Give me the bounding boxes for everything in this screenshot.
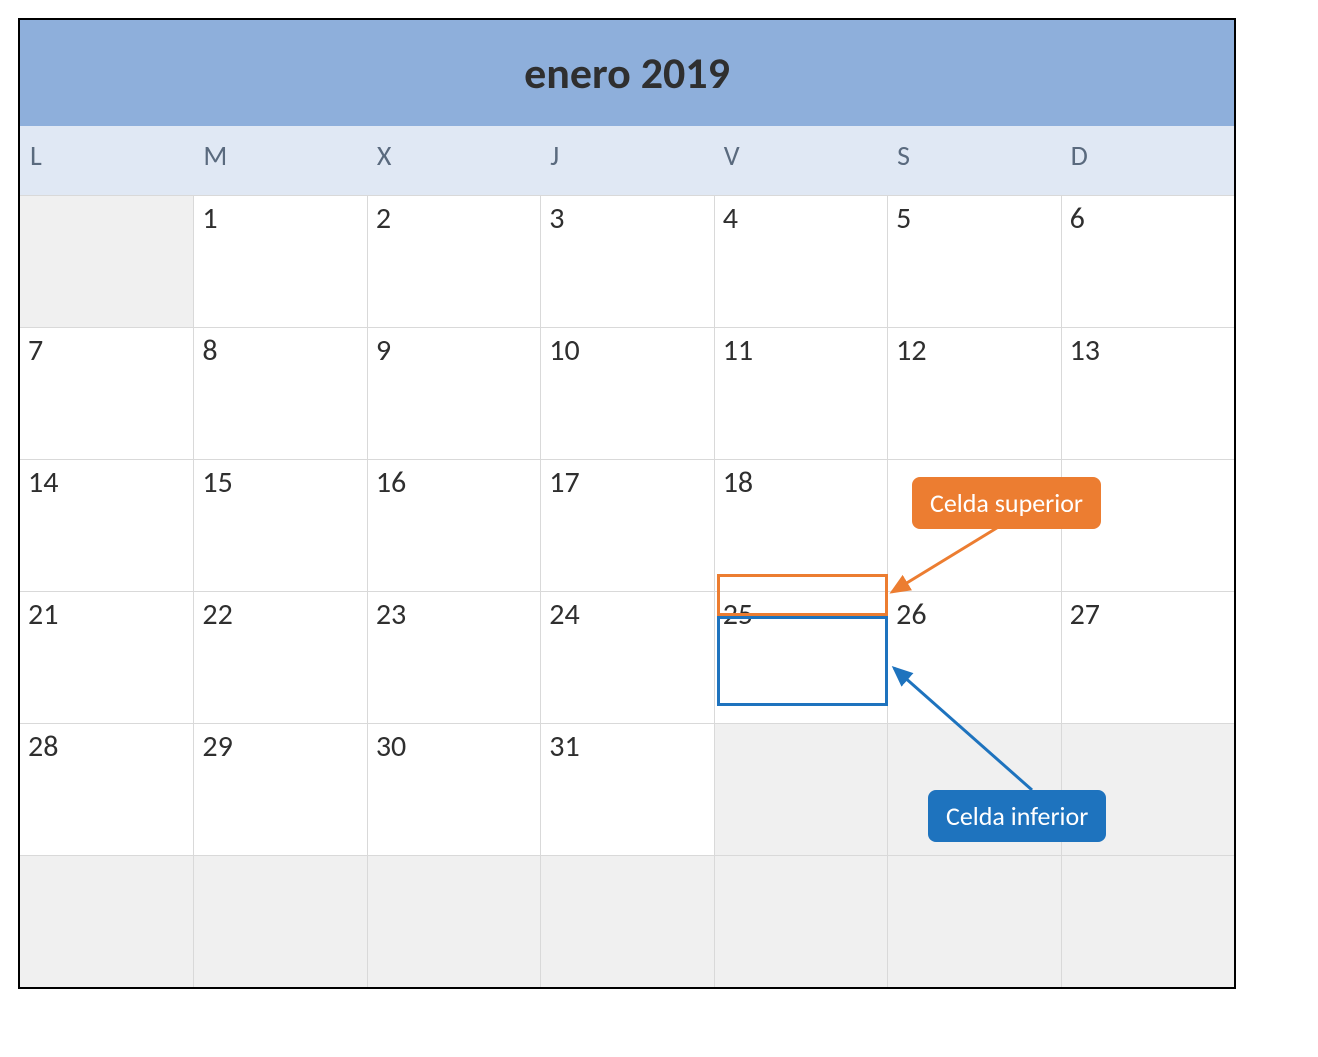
day-body-cell[interactable]	[193, 501, 366, 591]
day-number-cell[interactable]	[1061, 855, 1234, 897]
day-number-cell[interactable]: 6	[1061, 195, 1234, 237]
day-header-thu: J	[540, 126, 713, 195]
day-number-cell[interactable]: 13	[1061, 327, 1234, 369]
day-number-cell[interactable]: 1	[193, 195, 366, 237]
day-body-cell[interactable]	[20, 765, 193, 855]
day-number-cell[interactable]: 3	[540, 195, 713, 237]
day-body-cell[interactable]	[193, 897, 366, 987]
day-body-cell[interactable]	[1061, 237, 1234, 327]
day-body-cell[interactable]	[20, 633, 193, 723]
day-body-cell[interactable]	[193, 369, 366, 459]
day-body-cell[interactable]	[540, 633, 713, 723]
day-body-cell[interactable]	[540, 501, 713, 591]
day-number-cell[interactable]: 25	[714, 591, 887, 633]
day-body-cell[interactable]	[1061, 633, 1234, 723]
day-body-cell[interactable]	[367, 765, 540, 855]
day-number-cell[interactable]: 21	[20, 591, 193, 633]
day-number-cell[interactable]: 10	[540, 327, 713, 369]
day-number-cell[interactable]: 22	[193, 591, 366, 633]
day-body-cell[interactable]	[714, 633, 887, 723]
day-body-cell[interactable]	[714, 897, 887, 987]
day-number-cell[interactable]: 24	[540, 591, 713, 633]
day-number-cell[interactable]	[714, 723, 887, 765]
calendar-grid: 1234567891011121314151617182122232425262…	[20, 195, 1234, 987]
day-number-cell[interactable]	[20, 855, 193, 897]
day-body-cell[interactable]	[887, 237, 1060, 327]
day-number-cell[interactable]: 5	[887, 195, 1060, 237]
day-body-cell[interactable]	[193, 765, 366, 855]
day-body-cell[interactable]	[367, 369, 540, 459]
day-header-mon: L	[20, 126, 193, 195]
day-number-cell[interactable]	[193, 855, 366, 897]
day-header-wed: X	[367, 126, 540, 195]
day-number-cell[interactable]	[714, 855, 887, 897]
day-body-cell[interactable]	[20, 501, 193, 591]
day-body-cell[interactable]	[20, 369, 193, 459]
callout-lower: Celda inferior	[928, 790, 1106, 842]
day-number-cell[interactable]: 14	[20, 459, 193, 501]
day-body-cell[interactable]	[540, 369, 713, 459]
day-number-cell[interactable]: 31	[540, 723, 713, 765]
day-number-cell[interactable]	[540, 855, 713, 897]
day-body-cell[interactable]	[1061, 369, 1234, 459]
day-body-cell[interactable]	[714, 369, 887, 459]
day-number-cell[interactable]	[887, 723, 1060, 765]
day-header-tue: M	[193, 126, 366, 195]
day-number-cell[interactable]: 11	[714, 327, 887, 369]
day-number-cell[interactable]: 2	[367, 195, 540, 237]
day-number-cell[interactable]	[367, 855, 540, 897]
day-body-cell[interactable]	[367, 633, 540, 723]
day-number-cell[interactable]: 17	[540, 459, 713, 501]
day-number-cell[interactable]: 7	[20, 327, 193, 369]
day-number-cell[interactable]: 23	[367, 591, 540, 633]
day-number-cell[interactable]: 30	[367, 723, 540, 765]
day-body-cell[interactable]	[540, 765, 713, 855]
day-body-cell[interactable]	[714, 237, 887, 327]
day-body-cell[interactable]	[714, 765, 887, 855]
day-number-cell[interactable]: 27	[1061, 591, 1234, 633]
day-number-cell[interactable]: 29	[193, 723, 366, 765]
day-number-cell[interactable]	[1061, 723, 1234, 765]
day-body-cell[interactable]	[887, 897, 1060, 987]
day-body-cell[interactable]	[20, 237, 193, 327]
calendar-container: enero 2019 L M X J V S D 123456789101112…	[18, 18, 1236, 989]
day-number-cell[interactable]: 8	[193, 327, 366, 369]
day-number-cell[interactable]: 15	[193, 459, 366, 501]
day-number-cell[interactable]: 28	[20, 723, 193, 765]
day-body-cell[interactable]	[887, 633, 1060, 723]
day-body-cell[interactable]	[367, 897, 540, 987]
day-body-cell[interactable]	[540, 237, 713, 327]
day-body-cell[interactable]	[714, 501, 887, 591]
callout-upper: Celda superior	[912, 477, 1101, 529]
day-body-cell[interactable]	[193, 237, 366, 327]
day-header-fri: V	[714, 126, 887, 195]
day-body-cell[interactable]	[20, 897, 193, 987]
day-number-cell[interactable]	[20, 195, 193, 237]
day-number-cell[interactable]: 16	[367, 459, 540, 501]
day-number-cell[interactable]: 9	[367, 327, 540, 369]
day-body-cell[interactable]	[367, 501, 540, 591]
day-number-cell[interactable]: 18	[714, 459, 887, 501]
day-number-cell[interactable]: 26	[887, 591, 1060, 633]
day-body-cell[interactable]	[540, 897, 713, 987]
day-body-cell[interactable]	[193, 633, 366, 723]
day-body-cell[interactable]	[367, 237, 540, 327]
day-header-sun: D	[1061, 126, 1234, 195]
day-header-row: L M X J V S D	[20, 126, 1234, 195]
day-number-cell[interactable]	[887, 855, 1060, 897]
day-number-cell[interactable]: 4	[714, 195, 887, 237]
day-header-sat: S	[887, 126, 1060, 195]
day-number-cell[interactable]: 12	[887, 327, 1060, 369]
day-body-cell[interactable]	[887, 369, 1060, 459]
calendar-title: enero 2019	[20, 20, 1234, 126]
day-body-cell[interactable]	[1061, 897, 1234, 987]
